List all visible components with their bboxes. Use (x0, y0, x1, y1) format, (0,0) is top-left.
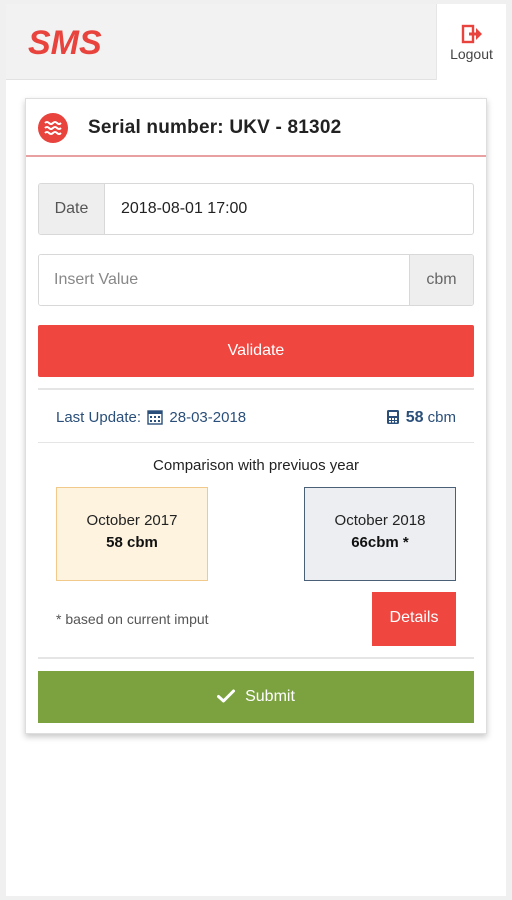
date-field[interactable]: Date 2018-08-01 17:00 (38, 183, 474, 235)
divider (38, 657, 474, 659)
last-update: Last Update: 28-03-2018 (56, 409, 246, 429)
previous-value: 58 cbm (106, 534, 158, 551)
value-input[interactable] (39, 255, 411, 305)
submit-button[interactable]: Submit (38, 671, 474, 723)
logout-label: Logout (450, 46, 493, 62)
check-icon (217, 673, 236, 725)
current-year-box: October 2018 66cbm * (304, 487, 456, 581)
validate-button[interactable]: Validate (38, 325, 474, 377)
meter-unit: cbm (427, 409, 456, 426)
submit-label: Submit (245, 688, 295, 705)
previous-year-box: October 2017 58 cbm (56, 487, 208, 581)
logout-button[interactable]: Logout (436, 4, 506, 80)
sms-logo: SMS (28, 24, 118, 60)
last-update-date: 28-03-2018 (169, 409, 247, 426)
meter-icon (385, 409, 401, 429)
calendar-icon (147, 409, 163, 429)
divider (38, 388, 474, 390)
footnote: * based on current imput (56, 611, 209, 627)
meter-value: 58 (405, 409, 424, 426)
logout-icon (461, 24, 483, 44)
current-value: 66cbm * (351, 534, 409, 551)
water-waves-icon (38, 113, 68, 143)
date-value[interactable]: 2018-08-01 17:00 (121, 184, 247, 234)
app-frame: SMS Logout Serial number: UKV - 81302 Da… (6, 4, 506, 896)
divider (38, 442, 474, 443)
meter-reading: 58 cbm (385, 409, 456, 429)
current-month: October 2018 (334, 512, 426, 529)
serial-number-title: Serial number: UKV - 81302 (88, 117, 342, 138)
last-update-label: Last Update: (56, 409, 142, 426)
comparison-title: Comparison with previuos year (153, 457, 359, 474)
logo-text: SMS (28, 24, 102, 60)
card-header: Serial number: UKV - 81302 (26, 99, 486, 157)
details-button[interactable]: Details (372, 592, 456, 646)
value-unit: cbm (409, 255, 473, 305)
value-field: cbm (38, 254, 474, 306)
app-header: SMS Logout (6, 4, 506, 80)
meter-card: Serial number: UKV - 81302 Date 2018-08-… (25, 98, 487, 734)
date-label: Date (39, 184, 105, 234)
previous-month: October 2017 (86, 512, 178, 529)
